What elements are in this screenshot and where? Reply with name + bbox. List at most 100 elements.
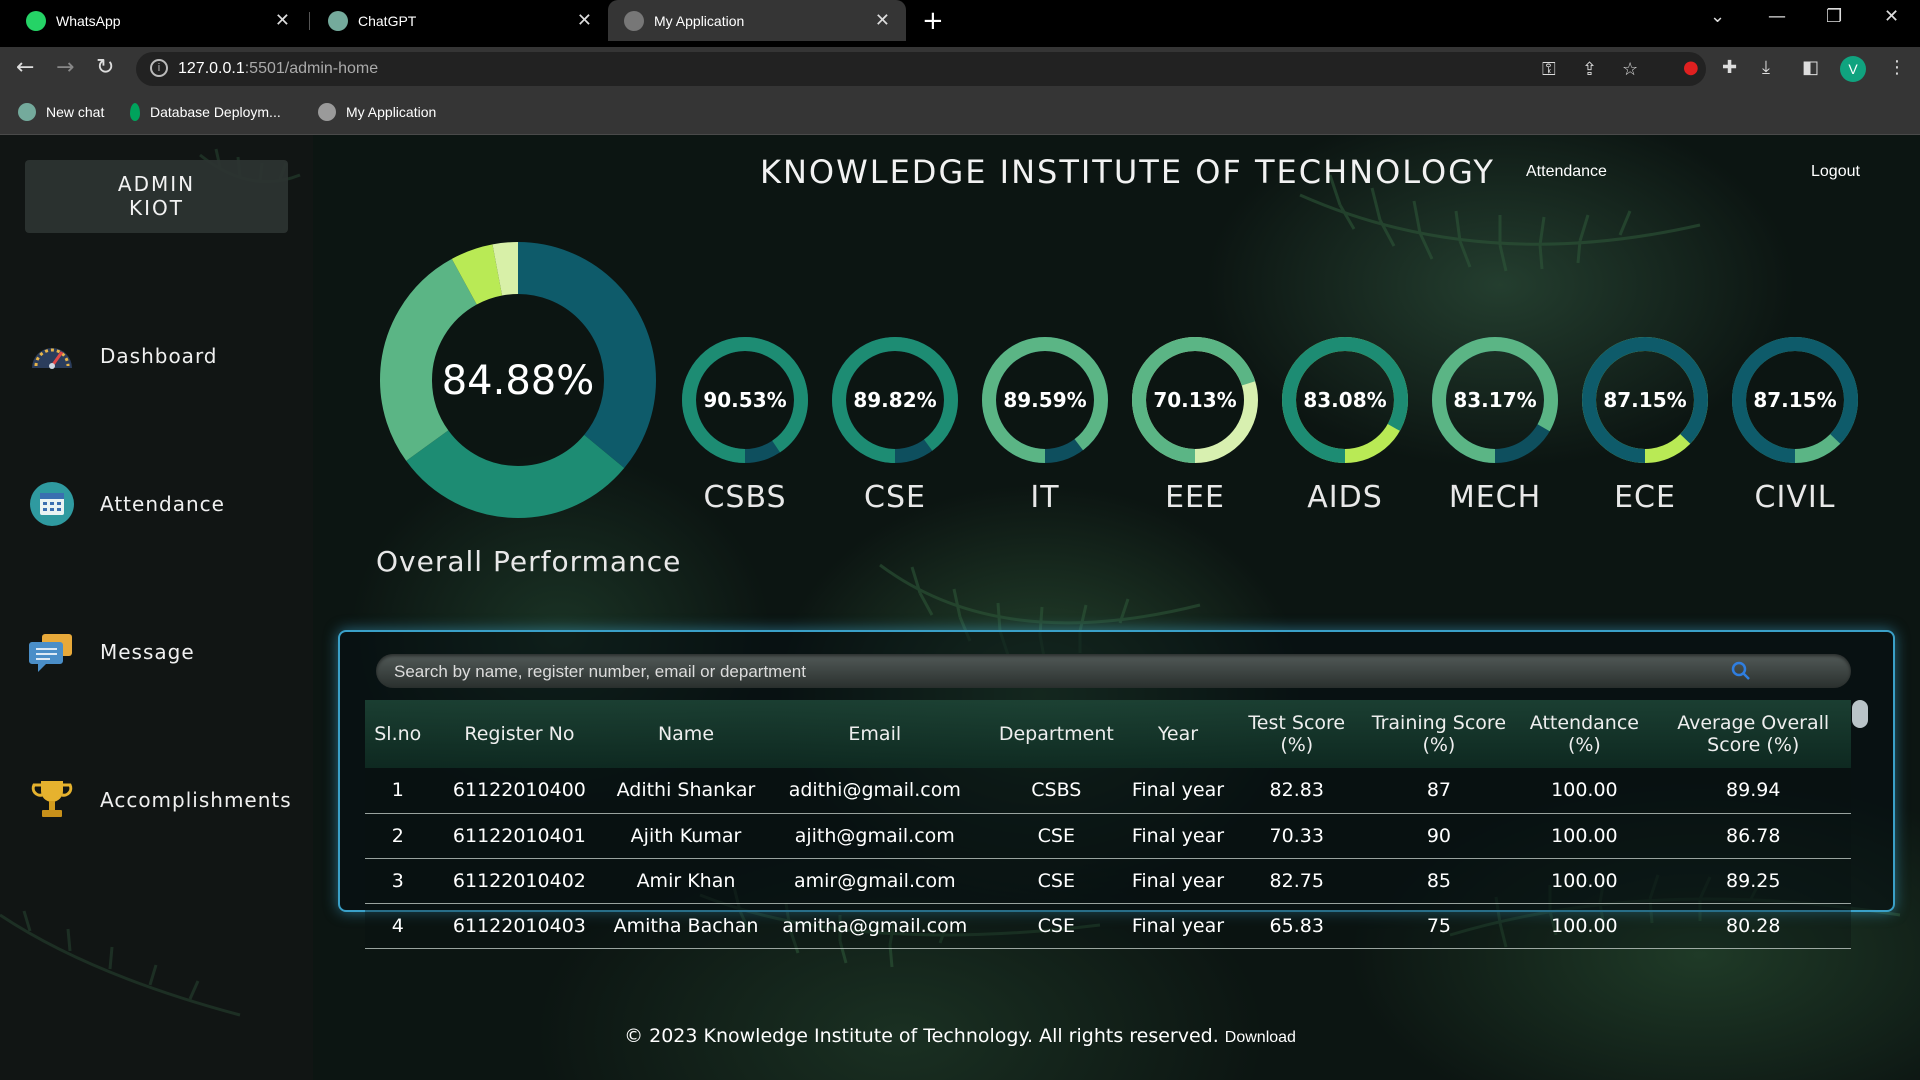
close-window-button[interactable]: ✕ <box>1884 6 1899 27</box>
leaf-icon <box>130 103 140 121</box>
column-header[interactable]: Year <box>1126 700 1230 768</box>
table-cell: 82.75 <box>1229 858 1365 904</box>
avatar[interactable]: V <box>1840 56 1866 82</box>
search-icon[interactable] <box>1731 661 1751 681</box>
table-cell: ajith@gmail.com <box>763 813 986 859</box>
download-link[interactable]: Download <box>1225 1029 1296 1046</box>
table-cell: Amitha Bachan <box>608 903 764 949</box>
table-row[interactable]: 1 61122010400 Adithi Shankar adithi@gmail.c… <box>365 768 1851 814</box>
globe-icon <box>318 103 336 121</box>
kebab-menu-icon[interactable]: ⋮ <box>1888 57 1906 78</box>
back-arrow-icon[interactable]: ← <box>16 55 34 80</box>
address-bar[interactable]: i 127.0.0.1:5501/admin-home ⚿ ⇪ ☆ <box>136 52 1706 86</box>
forward-arrow-icon[interactable]: → <box>56 55 74 80</box>
nav-link-attendance[interactable]: Attendance <box>1526 163 1607 181</box>
key-icon[interactable]: ⚿ <box>1542 59 1556 80</box>
bookmarks-bar: New chat Database Deploym... My Applicat… <box>0 91 1920 135</box>
close-icon[interactable]: ✕ <box>875 10 890 31</box>
column-header[interactable]: Sl.no <box>365 700 431 768</box>
table-row[interactable]: 2 61122010401 Ajith Kumar ajith@gmail.com CS… <box>365 813 1851 859</box>
dept-value-it: 89.59% <box>1003 388 1087 412</box>
star-icon[interactable]: ☆ <box>1622 59 1638 80</box>
trophy-icon <box>31 781 73 817</box>
bookmark-new-chat[interactable]: New chat <box>18 103 104 121</box>
dept-name-csbs: CSBS <box>703 480 787 515</box>
table-cell: Final year <box>1126 903 1230 949</box>
table-row[interactable]: 4 61122010403 Amitha Bachan amitha@gmail.co… <box>365 903 1851 949</box>
overall-performance-value: 84.88% <box>441 358 595 404</box>
download-icon[interactable]: ⤓ <box>1762 57 1770 78</box>
sidebar-item-attendance[interactable]: Attendance <box>28 480 225 528</box>
share-icon[interactable]: ⇪ <box>1582 59 1597 80</box>
sidebar-item-dashboard[interactable]: Dashboard <box>28 332 218 380</box>
table-cell: amitha@gmail.com <box>763 903 986 949</box>
column-header[interactable]: Training Score (%) <box>1364 700 1514 768</box>
sidebar-item-accomplishments[interactable]: Accomplishments <box>28 776 292 824</box>
bookmark-my-application[interactable]: My Application <box>318 103 436 121</box>
column-header[interactable]: Register No <box>430 700 609 768</box>
table-cell: 100.00 <box>1513 858 1656 904</box>
table-cell: 100.00 <box>1513 768 1656 814</box>
copyright-text: © 2023 Knowledge Institute of Technology… <box>624 1025 1219 1047</box>
close-icon[interactable]: ✕ <box>275 10 290 31</box>
table-cell: 61122010403 <box>430 903 609 949</box>
table-cell: 3 <box>365 858 431 904</box>
bookmark-database[interactable]: Database Deploym... <box>130 103 281 121</box>
globe-icon <box>624 10 644 31</box>
tab-my-application[interactable]: My Application ✕ <box>608 0 906 41</box>
table-cell: 87 <box>1364 768 1514 814</box>
dept-name-civil: CIVIL <box>1754 480 1836 515</box>
dept-value-ece: 87.15% <box>1603 388 1687 412</box>
site-info-icon[interactable]: i <box>150 59 168 77</box>
table-cell: 89.25 <box>1655 858 1851 904</box>
search-bar[interactable]: Search by name, register number, email o… <box>376 654 1851 688</box>
column-header[interactable]: Email <box>763 700 986 768</box>
calendar-icon <box>30 482 74 526</box>
table-cell: 80.28 <box>1655 903 1851 949</box>
minimize-button[interactable]: — <box>1768 6 1786 27</box>
sidebar-item-message[interactable]: Message <box>28 628 195 676</box>
tab-whatsapp[interactable]: WhatsApp ✕ <box>10 0 306 41</box>
table-cell: 61122010401 <box>430 813 609 859</box>
table-cell: 2 <box>365 813 431 859</box>
table-cell: Amir Khan <box>608 858 764 904</box>
scrollbar-thumb[interactable] <box>1852 700 1868 728</box>
browser-tab-strip: WhatsApp ✕ ChatGPT ✕ My Application ✕ + … <box>0 0 1920 47</box>
table-cell: Final year <box>1126 768 1230 814</box>
puzzle-icon[interactable]: ✚ <box>1722 57 1737 78</box>
tab-search-chevron-icon[interactable]: ⌄ <box>1710 6 1725 27</box>
table-cell: 1 <box>365 768 431 814</box>
table-cell: 82.83 <box>1229 768 1365 814</box>
table-cell: 61122010400 <box>430 768 609 814</box>
new-tab-button[interactable]: + <box>922 6 944 36</box>
table-cell: CSE <box>985 813 1127 859</box>
column-header[interactable]: Name <box>608 700 764 768</box>
search-input[interactable]: Search by name, register number, email o… <box>394 662 806 682</box>
sidebar: ADMIN KIOT Dashboard Attendance Message … <box>0 135 313 1080</box>
column-header[interactable]: Average Overall Score (%) <box>1655 700 1851 768</box>
column-header[interactable]: Test Score (%) <box>1229 700 1365 768</box>
close-icon[interactable]: ✕ <box>577 10 592 31</box>
reload-icon[interactable]: ↻ <box>96 55 114 80</box>
dept-value-eee: 70.13% <box>1153 388 1237 412</box>
url-text[interactable]: 127.0.0.1:5501/admin-home <box>178 60 378 78</box>
restore-button[interactable]: ❐ <box>1826 6 1842 27</box>
tab-title: My Application <box>654 12 745 29</box>
extension-shield-icon[interactable]: ● <box>1683 57 1699 78</box>
logout-link[interactable]: Logout <box>1811 163 1860 181</box>
footer: © 2023 Knowledge Institute of Technology… <box>0 1025 1920 1047</box>
table-row[interactable]: 3 61122010402 Amir Khan amir@gmail.com CSE Fi… <box>365 858 1851 904</box>
dept-name-ece: ECE <box>1614 480 1676 515</box>
table-cell: 75 <box>1364 903 1514 949</box>
table-cell: adithi@gmail.com <box>763 768 986 814</box>
table-cell: Final year <box>1126 813 1230 859</box>
speedometer-icon <box>32 348 72 369</box>
tab-chatgpt[interactable]: ChatGPT ✕ <box>312 0 608 41</box>
column-header[interactable]: Attendance (%) <box>1513 700 1656 768</box>
column-header[interactable]: Department <box>985 700 1127 768</box>
table-cell: amir@gmail.com <box>763 858 986 904</box>
table-cell: 89.94 <box>1655 768 1851 814</box>
student-table-panel: Search by name, register number, email o… <box>338 630 1895 949</box>
fern-background-image <box>0 148 301 1017</box>
side-panel-icon[interactable]: ◧ <box>1802 57 1819 78</box>
